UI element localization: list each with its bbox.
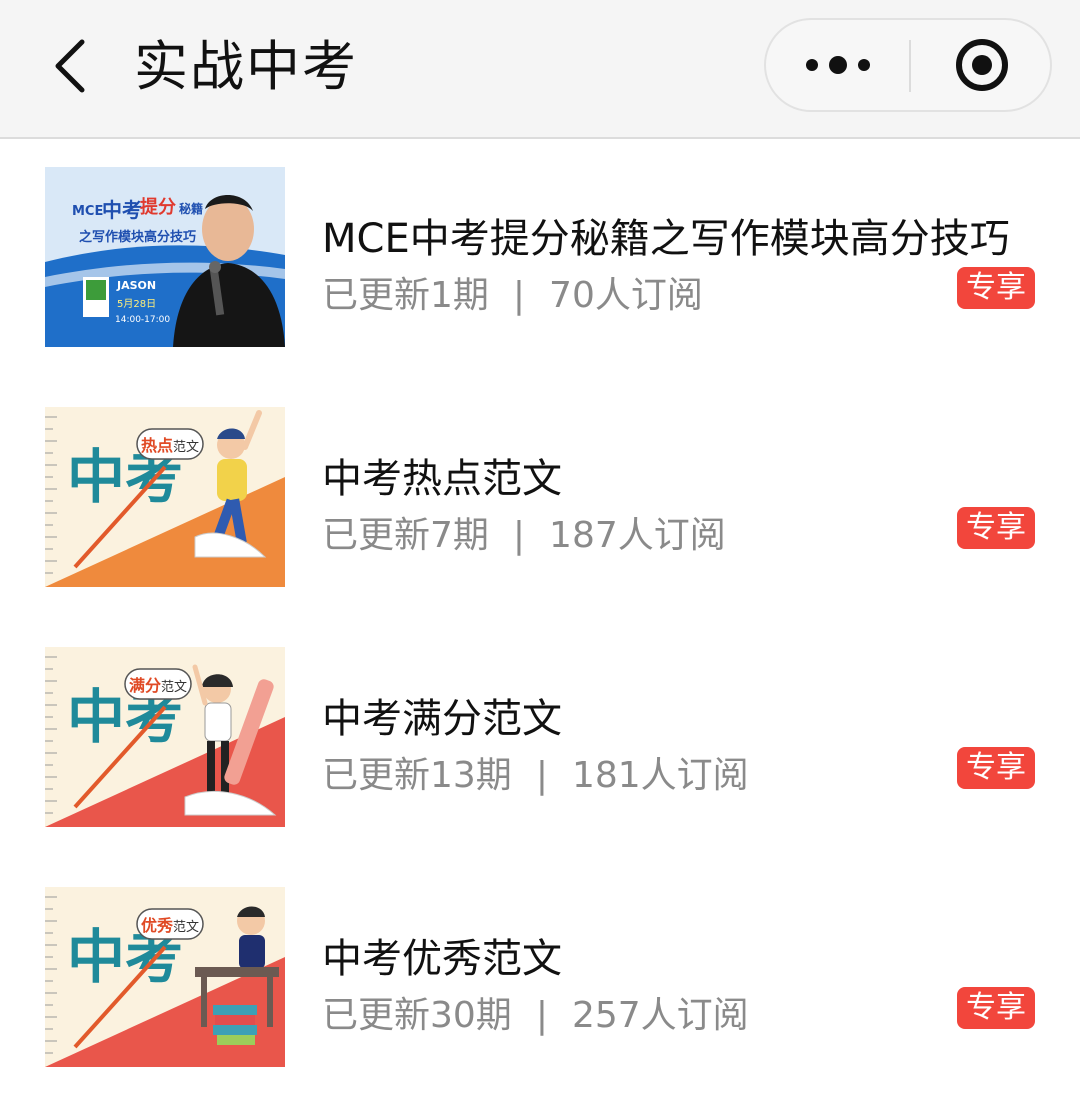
close-button[interactable] [911, 20, 1052, 110]
list-item[interactable]: MCE 中考 提分 秘籍 之写作模块高分技巧 JASON 5月28日 14:00… [0, 167, 1080, 347]
mini-program-capsule [764, 18, 1052, 112]
thumb-time: 14:00-17:00 [115, 315, 170, 325]
exclusive-badge: 专享 [957, 747, 1035, 789]
update-count: 已更新30期 [322, 995, 512, 1036]
meta-separator: | [512, 515, 526, 556]
thumb-tag-b: 范文 [173, 440, 199, 455]
exclusive-badge: 专享 [957, 507, 1035, 549]
meta-separator: | [512, 275, 526, 316]
course-meta: 已更新13期 | 181人订阅 [322, 751, 749, 801]
exclusive-badge: 专享 [957, 987, 1035, 1029]
subscriber-count: 187人订阅 [549, 515, 726, 556]
more-dots-icon [805, 56, 870, 74]
list-item[interactable]: 中考 满分 范文 中考满分范文 已更新13期 | 181人订阅 专享 [0, 647, 1080, 827]
thumb-subtitle: 之写作模块高分技巧 [79, 229, 196, 245]
thumb-tag-a: 优秀 [141, 916, 173, 935]
chevron-left-icon [55, 39, 85, 93]
thumb-date: 5月28日 [117, 298, 156, 310]
update-count: 已更新13期 [322, 755, 512, 796]
exclusive-badge: 专享 [957, 267, 1035, 309]
course-meta: 已更新1期 | 70人订阅 [322, 271, 703, 321]
thumb-tag-a: 热点 [141, 436, 173, 455]
thumb-title-miji: 秘籍 [179, 201, 203, 216]
meta-separator: | [535, 755, 548, 796]
course-thumbnail: 中考 优秀 范文 [45, 887, 285, 1067]
thumb-tag-b: 范文 [161, 680, 187, 695]
course-meta: 已更新30期 | 257人订阅 [322, 991, 749, 1041]
top-nav-bar: 实战中考 [0, 0, 1080, 139]
thumb-title-tifen: 提分 [140, 196, 176, 218]
page-title: 实战中考 [134, 35, 358, 98]
course-thumbnail: 中考 满分 范文 [45, 647, 285, 827]
thumb-tag-a: 满分 [129, 676, 161, 695]
list-item[interactable]: 中考 热点 范文 中考热点范文 已更新7期 | 187人订阅 专享 [0, 407, 1080, 587]
thumb-title-zhongkao: 中考 [102, 198, 142, 222]
more-button[interactable] [766, 20, 909, 110]
course-title: MCE中考提分秘籍之写作模块高分技巧 [322, 216, 1010, 262]
meta-separator: | [535, 995, 548, 1036]
update-count: 已更新1期 [322, 275, 489, 316]
subscriber-count: 257人订阅 [571, 995, 749, 1036]
subscriber-count: 70人订阅 [549, 275, 703, 316]
thumb-tag-b: 范文 [173, 920, 199, 935]
target-close-icon [955, 39, 1008, 91]
course-meta: 已更新7期 | 187人订阅 [322, 511, 726, 561]
update-count: 已更新7期 [322, 515, 489, 556]
subscriber-count: 181人订阅 [571, 755, 749, 796]
course-title: 中考优秀范文 [322, 936, 562, 982]
thumb-speaker-name: JASON [116, 279, 156, 292]
course-thumbnail: MCE 中考 提分 秘籍 之写作模块高分技巧 JASON 5月28日 14:00… [45, 167, 285, 347]
thumb-title-mce: MCE [72, 204, 103, 219]
course-title: 中考满分范文 [322, 696, 562, 742]
course-title: 中考热点范文 [322, 456, 562, 502]
course-thumbnail: 中考 热点 范文 [45, 407, 285, 587]
list-item[interactable]: 中考 优秀 范文 中考优秀范文 已更新30期 | 257人订阅 专享 [0, 887, 1080, 1067]
back-button[interactable] [40, 32, 100, 100]
